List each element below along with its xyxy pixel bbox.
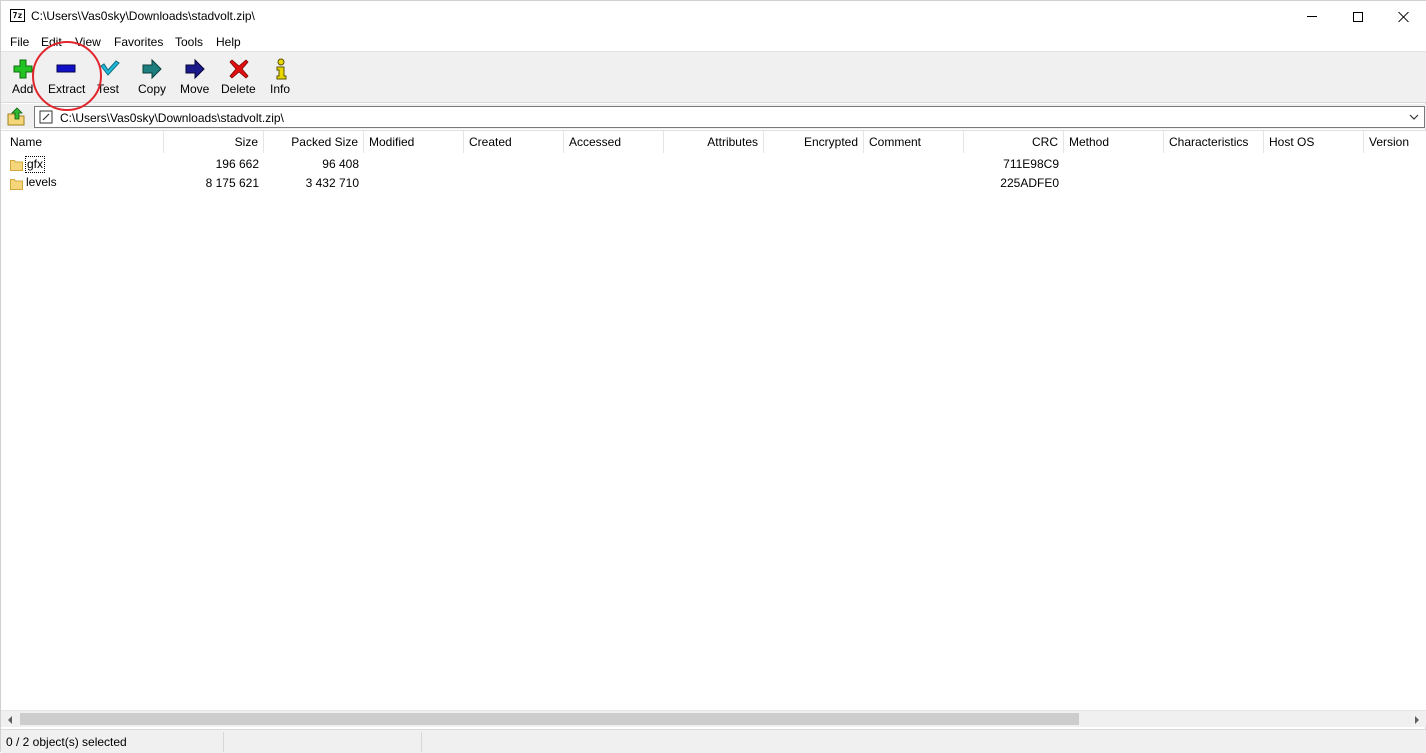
delete-icon — [229, 59, 249, 79]
folder-icon — [10, 179, 23, 190]
add-icon — [13, 59, 33, 79]
7zip-file-manager-window: 7z C:\Users\Vas0sky\Downloads\stadvolt.z… — [0, 0, 1426, 753]
menu-bar: File Edit View Favorites Tools Help — [1, 32, 1426, 52]
delete-button[interactable]: Delete — [217, 52, 259, 102]
close-button[interactable] — [1381, 1, 1426, 32]
chevron-right-icon — [1414, 715, 1419, 724]
minimize-button[interactable] — [1289, 1, 1335, 32]
column-encrypted[interactable]: Encrypted — [764, 131, 864, 153]
close-icon — [1398, 11, 1410, 23]
file-list[interactable]: Name Size Packed Size Modified Created A… — [1, 130, 1426, 710]
column-modified[interactable]: Modified — [364, 131, 464, 153]
list-header: Name Size Packed Size Modified Created A… — [1, 131, 1426, 153]
column-attributes[interactable]: Attributes — [664, 131, 764, 153]
row-name: levels — [26, 175, 57, 189]
info-button[interactable]: Info — [259, 52, 301, 102]
scroll-left-button[interactable] — [1, 711, 18, 728]
status-divider — [223, 732, 224, 752]
row-packed-size: 96 408 — [322, 157, 359, 171]
column-packed-size[interactable]: Packed Size — [264, 131, 364, 153]
status-bar: 0 / 2 object(s) selected — [1, 729, 1426, 753]
table-row[interactable]: gfx 196 662 96 408 711E98C9 — [1, 155, 1426, 174]
minimize-icon — [1307, 16, 1317, 17]
column-characteristics[interactable]: Characteristics — [1164, 131, 1264, 153]
horizontal-scrollbar[interactable] — [1, 710, 1426, 727]
menu-tools[interactable]: Tools — [175, 35, 203, 49]
row-packed-size: 3 432 710 — [305, 176, 359, 190]
copy-button[interactable]: Copy — [129, 52, 173, 102]
delete-label: Delete — [221, 82, 256, 96]
7zip-app-icon: 7z — [10, 9, 25, 22]
column-created[interactable]: Created — [464, 131, 564, 153]
column-comment[interactable]: Comment — [864, 131, 964, 153]
row-crc: 225ADFE0 — [1000, 176, 1059, 190]
scroll-right-button[interactable] — [1408, 711, 1425, 728]
info-icon — [276, 58, 287, 80]
row-name: gfx — [25, 156, 46, 173]
menu-favorites[interactable]: Favorites — [114, 35, 163, 49]
add-label: Add — [12, 82, 34, 96]
highlight-circle — [32, 41, 102, 111]
column-accessed[interactable]: Accessed — [564, 131, 664, 153]
archive-file-icon — [39, 110, 53, 124]
status-divider — [421, 732, 422, 752]
path-field[interactable]: C:\Users\Vas0sky\Downloads\stadvolt.zip\ — [34, 106, 1425, 128]
up-folder-button[interactable] — [5, 106, 27, 127]
row-size: 196 662 — [215, 157, 259, 171]
scrollbar-thumb[interactable] — [20, 713, 1079, 725]
path-text: C:\Users\Vas0sky\Downloads\stadvolt.zip\ — [60, 111, 284, 125]
menu-file[interactable]: File — [10, 35, 29, 49]
move-icon — [185, 58, 205, 80]
path-dropdown-button[interactable] — [1406, 109, 1422, 125]
column-size[interactable]: Size — [164, 131, 264, 153]
row-size: 8 175 621 — [205, 176, 259, 190]
window-title: C:\Users\Vas0sky\Downloads\stadvolt.zip\ — [31, 9, 255, 23]
menu-help[interactable]: Help — [216, 35, 241, 49]
test-icon — [100, 60, 120, 76]
copy-label: Copy — [138, 82, 167, 96]
table-row[interactable]: levels 8 175 621 3 432 710 225ADFE0 — [1, 174, 1426, 193]
selection-status: 0 / 2 object(s) selected — [6, 735, 127, 749]
folder-icon — [10, 160, 23, 171]
info-label: Info — [270, 82, 291, 96]
folder-up-icon — [7, 107, 25, 126]
chevron-down-icon — [1409, 114, 1419, 120]
address-bar: C:\Users\Vas0sky\Downloads\stadvolt.zip\ — [1, 104, 1426, 129]
maximize-icon — [1353, 11, 1363, 22]
move-button[interactable]: Move — [173, 52, 217, 102]
title-bar: 7z C:\Users\Vas0sky\Downloads\stadvolt.z… — [1, 1, 1426, 32]
move-label: Move — [180, 82, 210, 96]
column-crc[interactable]: CRC — [964, 131, 1064, 153]
toolbar: Add Extract Test Copy Move Delete Info — [1, 52, 1426, 103]
column-method[interactable]: Method — [1064, 131, 1164, 153]
maximize-button[interactable] — [1335, 1, 1381, 32]
column-version[interactable]: Version — [1364, 131, 1426, 153]
column-host-os[interactable]: Host OS — [1264, 131, 1364, 153]
copy-icon — [142, 58, 162, 80]
chevron-left-icon — [7, 715, 12, 724]
column-name[interactable]: Name — [5, 131, 164, 153]
row-crc: 711E98C9 — [1003, 157, 1059, 171]
